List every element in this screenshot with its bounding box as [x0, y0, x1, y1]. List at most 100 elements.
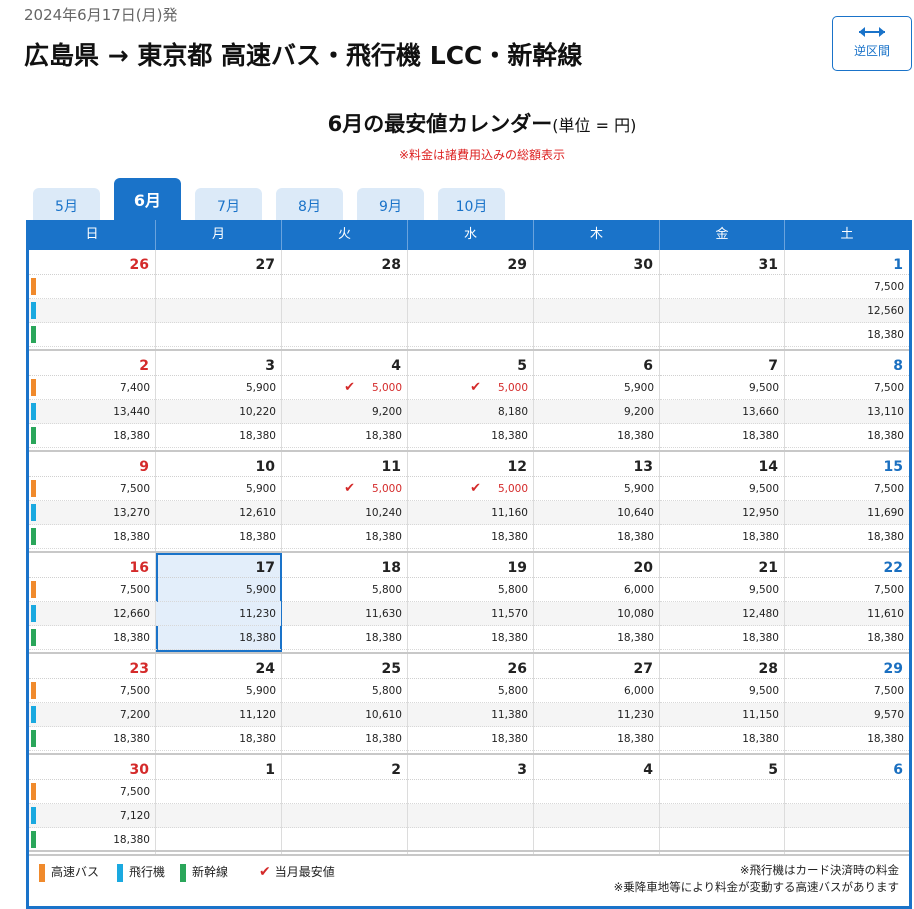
air-fare: 11,630	[282, 602, 407, 626]
calendar-day-cell[interactable]: 3 5,900 10,220 18,380	[156, 351, 282, 450]
air-fare	[156, 804, 281, 828]
month-tab[interactable]: 8月	[276, 188, 343, 220]
calendar-day-cell[interactable]: 7 9,500 13,660 18,380	[660, 351, 785, 450]
bus-color-swatch	[39, 863, 45, 882]
bus-fare: 5,900	[156, 477, 281, 501]
cheapest-check-icon: ✔	[344, 481, 355, 496]
bus-fare	[534, 275, 659, 299]
calendar-day-cell[interactable]: 4 ✔ 5,000 9,200 18,380	[282, 351, 408, 450]
calendar-day-cell[interactable]: 27 6,000 11,230 18,380	[534, 654, 660, 753]
day-number: 7	[660, 351, 784, 376]
calendar-day-cell[interactable]: 16 7,500 12,660 18,380	[29, 553, 156, 652]
month-tab[interactable]: 6月	[114, 178, 181, 222]
fare-value: 5,900	[245, 483, 276, 495]
weekday-label: 土	[840, 227, 854, 242]
fare-value: 18,380	[239, 632, 276, 644]
check-icon: ✔	[259, 864, 271, 880]
fare-value: 12,560	[867, 305, 904, 317]
calendar-day-cell[interactable]: 6 5,900 9,200 18,380	[534, 351, 660, 450]
calendar-day-cell[interactable]: 8 7,500 13,110 18,380	[785, 351, 909, 450]
calendar-day-cell[interactable]: 1 7,500 12,560 18,380	[785, 250, 909, 349]
air-fare: 11,120	[156, 703, 281, 727]
fare-value: 7,500	[119, 584, 150, 596]
fare-value: 18,380	[239, 430, 276, 442]
day-number: 21	[660, 553, 784, 578]
calendar-day-cell[interactable]: 26 5,800 11,380 18,380	[408, 654, 534, 753]
calendar-day-cell[interactable]: 12 ✔ 5,000 11,160 18,380	[408, 452, 534, 551]
calendar-day-cell[interactable]: 10 5,900 12,610 18,380	[156, 452, 282, 551]
fare-value: 18,380	[617, 531, 654, 543]
fare-value: 7,500	[873, 483, 904, 495]
rail-fare: 18,380	[282, 626, 407, 650]
calendar-day-cell[interactable]: 5 ✔ 5,000 8,180 18,380	[408, 351, 534, 450]
calendar-day-cell[interactable]: 29 7,500 9,570 18,380	[785, 654, 909, 753]
calendar-day-cell[interactable]: 21 9,500 12,480 18,380	[660, 553, 785, 652]
fare-value: 18,380	[867, 430, 904, 442]
bus-fare: 5,900	[534, 477, 659, 501]
calendar-day-cell: 5	[660, 755, 785, 854]
calendar-day-cell[interactable]: 15 7,500 11,690 18,380	[785, 452, 909, 551]
calendar-day-cell[interactable]: 11 ✔ 5,000 10,240 18,380	[282, 452, 408, 551]
rail-fare: 18,380	[29, 828, 155, 852]
calendar-day-cell: 28	[282, 250, 408, 349]
calendar-day-cell[interactable]: 25 5,800 10,610 18,380	[282, 654, 408, 753]
air-fare	[282, 299, 407, 323]
fare-value: 18,380	[617, 733, 654, 745]
legend: 高速バス 飛行機 新幹線 ✔ 当月最安値 ※飛行機はカード決済時の料金 ※乗降車地…	[29, 850, 909, 906]
month-tab[interactable]: 10月	[438, 188, 505, 220]
calendar-day-cell[interactable]: 24 5,900 11,120 18,380	[156, 654, 282, 753]
fare-value: 5,900	[623, 382, 654, 394]
calendar-day-cell[interactable]: 19 5,800 11,570 18,380	[408, 553, 534, 652]
rail-fare: 18,380	[156, 727, 281, 751]
fare-value: 12,480	[742, 608, 779, 620]
calendar-day-cell: 4	[534, 755, 660, 854]
bus-fare: ✔ 5,000	[408, 477, 533, 501]
calendar-day-cell[interactable]: 9 7,500 13,270 18,380	[29, 452, 156, 551]
bus-fare: 5,800	[282, 679, 407, 703]
calendar-day-cell[interactable]: 28 9,500 11,150 18,380	[660, 654, 785, 753]
calendar-day-cell[interactable]: 14 9,500 12,950 18,380	[660, 452, 785, 551]
air-fare: 11,230	[156, 602, 281, 626]
rail-fare: 18,380	[785, 626, 909, 650]
day-number: 9	[29, 452, 155, 477]
air-fare	[29, 299, 155, 323]
calendar-day-cell[interactable]: 22 7,500 11,610 18,380	[785, 553, 909, 652]
calendar-week-row: 23 7,500 7,200 18,380 24 5,900 11,120 18,380 25 5…	[29, 654, 909, 755]
calendar-day-cell[interactable]: 13 5,900 10,640 18,380	[534, 452, 660, 551]
bus-fare: 7,500	[785, 679, 909, 703]
bus-fare	[408, 780, 533, 804]
fare-value: 7,500	[873, 382, 904, 394]
calendar-day-cell[interactable]: 23 7,500 7,200 18,380	[29, 654, 156, 753]
fare-value: 9,500	[748, 685, 779, 697]
fare-value: 11,380	[491, 709, 528, 721]
month-tab[interactable]: 7月	[195, 188, 262, 220]
fare-value: 18,380	[113, 733, 150, 745]
month-tab[interactable]: 9月	[357, 188, 424, 220]
day-number: 30	[29, 755, 155, 780]
calendar-day-cell[interactable]: 20 6,000 10,080 18,380	[534, 553, 660, 652]
air-fare: 11,380	[408, 703, 533, 727]
calendar-day-cell[interactable]: 30 7,500 7,120 18,380	[29, 755, 156, 854]
day-number: 5	[408, 351, 533, 376]
calendar-day-cell[interactable]: 17 5,900 11,230 18,380	[156, 553, 282, 652]
air-color-marker	[31, 807, 36, 824]
month-tab[interactable]: 5月	[33, 188, 100, 220]
calendar-week-row: 9 7,500 13,270 18,380 10 5,900 12,610 18,380 11 ✔…	[29, 452, 909, 553]
rail-fare: 18,380	[156, 525, 281, 549]
calendar-week-row: 26 27 28 29 30 31 1 7,500 12,560 18,380	[29, 250, 909, 351]
rail-fare	[156, 323, 281, 347]
bus-fare: 7,500	[29, 780, 155, 804]
calendar-unit: (単位 = 円)	[552, 116, 637, 135]
fare-value: 18,380	[867, 733, 904, 745]
rail-color-marker	[31, 326, 36, 343]
fare-value: 18,380	[365, 733, 402, 745]
bus-color-marker	[31, 682, 36, 699]
calendar-day-cell[interactable]: 2 7,400 13,440 18,380	[29, 351, 156, 450]
calendar-day-cell[interactable]: 18 5,800 11,630 18,380	[282, 553, 408, 652]
day-number: 3	[156, 351, 281, 376]
fare-value: 7,200	[119, 709, 150, 721]
fare-value: 13,440	[113, 406, 150, 418]
fare-value: 6,000	[623, 685, 654, 697]
rail-color-marker	[31, 730, 36, 747]
reverse-route-button[interactable]: 逆区間	[832, 16, 912, 71]
